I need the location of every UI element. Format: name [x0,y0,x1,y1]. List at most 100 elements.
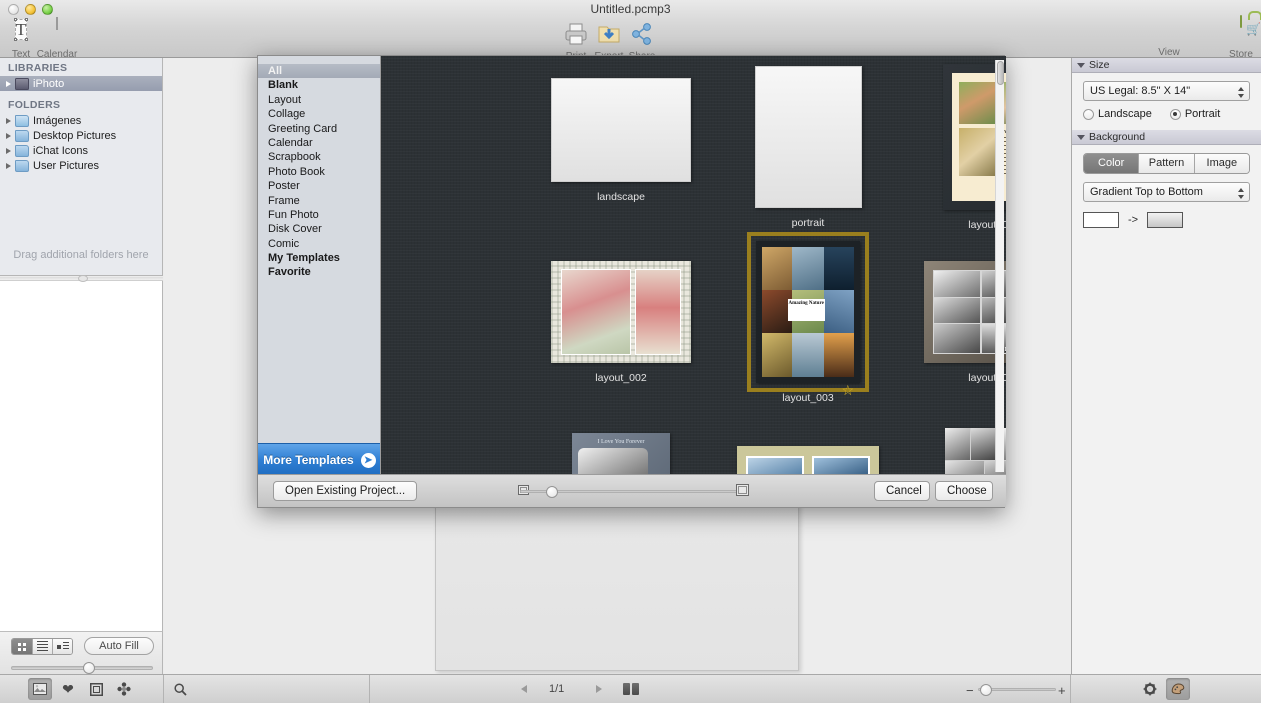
sidebar-item-imagenes[interactable]: Imágenes [0,113,162,128]
gradient-start-swatch[interactable] [1083,212,1119,228]
thumbnail-zoom-slider[interactable] [520,487,742,497]
slider-knob[interactable] [546,486,558,498]
auto-fill-button[interactable]: Auto Fill [84,637,154,655]
orientation-portrait[interactable]: Portrait [1170,108,1220,120]
love-you-forever-caption: I Love You Forever [578,439,664,445]
canvas-zoom-slider[interactable] [978,684,1056,695]
disclosure-triangle-icon[interactable] [1077,135,1085,140]
toolbar-view-control[interactable]: View [1148,18,1190,49]
iphoto-icon [15,78,29,90]
bottom-divider [369,675,370,703]
template-thumbnail[interactable] [551,261,691,363]
tab-image[interactable]: Image [1194,154,1249,173]
category-frame[interactable]: Frame [258,194,380,208]
template-thumbnail[interactable]: Amazing Nature ☆ [756,241,860,383]
orientation-radio-group: Landscape Portrait [1083,108,1250,120]
disclosure-triangle-icon[interactable] [6,163,11,169]
category-comic[interactable]: Comic [258,237,380,251]
category-greeting-card[interactable]: Greeting Card [258,122,380,136]
settings-button[interactable] [1138,678,1162,700]
disclosure-triangle-icon[interactable] [6,133,11,139]
template-layout-003[interactable]: Amazing Nature ☆ layout_003 [713,241,903,404]
category-blank[interactable]: Blank [258,78,380,92]
template-category-list[interactable]: All Blank Layout Collage Greeting Card C… [258,56,381,476]
bottom-shapes-button[interactable] [112,678,136,700]
disclosure-triangle-icon[interactable] [1077,63,1085,68]
radio-icon[interactable] [1083,109,1094,120]
sidebar-item-desktop-pictures[interactable]: Desktop Pictures [0,128,162,143]
category-collage[interactable]: Collage [258,107,380,121]
slider-knob[interactable] [83,662,95,674]
zoom-out-button[interactable]: − [966,683,974,698]
more-templates-button[interactable]: More Templates ➤ [258,443,381,476]
bottom-frames-button[interactable] [84,678,108,700]
disclosure-triangle-icon[interactable] [6,81,11,87]
paper-size-popup[interactable]: US Legal: 8.5" X 14" [1083,81,1250,101]
template-portrait[interactable]: portrait [713,66,903,229]
thumbnail-size-slider[interactable] [11,662,153,674]
template-thumbnail[interactable]: I Love You Forever [572,433,670,476]
toolbar-store-button[interactable]: 🛒 Store [1220,16,1261,60]
category-disk-cover[interactable]: Disk Cover [258,222,380,236]
template-love-you-forever[interactable]: I Love You Forever [526,433,716,476]
choose-button[interactable]: Choose [935,481,993,501]
category-all[interactable]: All [258,64,380,78]
stepper-icon[interactable] [1235,186,1246,200]
orientation-landscape[interactable]: Landscape [1083,108,1152,120]
disclosure-triangle-icon[interactable] [6,148,11,154]
template-thumbnail[interactable]: Love Story [924,261,1006,363]
page-next-button[interactable] [596,685,602,693]
page-prev-button[interactable] [521,685,527,693]
inspector-section-background-header[interactable]: Background [1072,130,1261,145]
favorite-star-icon[interactable]: ☆ [841,382,854,399]
template-grid[interactable]: landscape portrait We Are Family! [381,56,1006,476]
category-favorite[interactable]: Favorite [258,265,380,279]
sidebar-item-ichat-icons[interactable]: iChat Icons [0,143,162,158]
category-poster[interactable]: Poster [258,179,380,193]
sidebar-item-iphoto[interactable]: iPhoto [0,76,162,91]
tab-color[interactable]: Color [1084,154,1138,173]
book-spread-button[interactable] [623,683,639,695]
toolbar-calendar-button[interactable]: Calendar [36,18,78,60]
inspector-section-size-header[interactable]: Size [1072,58,1261,73]
gradient-end-swatch[interactable] [1147,212,1183,228]
disclosure-triangle-icon[interactable] [6,118,11,124]
stepper-icon[interactable] [1235,85,1246,99]
template-layout-002[interactable]: layout_002 [526,261,716,384]
category-my-templates[interactable]: My Templates [258,251,380,265]
template-thumbnail[interactable] [551,78,691,182]
sidebar-item-user-pictures[interactable]: User Pictures [0,158,162,173]
bottom-favorites-button[interactable]: ❤ [56,678,80,700]
category-photo-book[interactable]: Photo Book [258,165,380,179]
category-layout[interactable]: Layout [258,93,380,107]
search-button[interactable] [168,678,192,700]
template-bw-people-grid[interactable] [899,428,1006,476]
cancel-button[interactable]: Cancel [874,481,930,501]
bottom-photos-button[interactable] [28,678,52,700]
template-thumbnail[interactable] [755,66,862,208]
large-thumbnail-icon[interactable] [736,484,749,496]
zoom-in-button[interactable]: + [1058,683,1066,698]
view-mode-grid[interactable] [12,639,32,654]
fill-type-popup[interactable]: Gradient Top to Bottom [1083,182,1250,202]
scrollbar-thumb[interactable] [997,61,1004,85]
browser-view-mode-segmented[interactable] [11,638,73,655]
template-grid-scrollbar[interactable] [995,60,1004,472]
category-calendar[interactable]: Calendar [258,136,380,150]
open-existing-project-button[interactable]: Open Existing Project... [273,481,417,501]
template-olive-two-photo[interactable] [713,446,903,476]
slider-knob[interactable] [980,684,992,696]
photo-browser-pane[interactable] [0,277,163,632]
template-landscape[interactable]: landscape [526,78,716,203]
inspector-toggle-button[interactable] [1166,678,1190,700]
pane-resize-handle[interactable] [0,277,163,281]
tab-pattern[interactable]: Pattern [1138,154,1193,173]
category-scrapbook[interactable]: Scrapbook [258,150,380,164]
category-fun-photo[interactable]: Fun Photo [258,208,380,222]
view-mode-detail[interactable] [52,639,72,654]
template-thumbnail[interactable] [737,446,879,476]
template-layout-004[interactable]: Love Story layout_004 [899,261,1006,384]
template-layout-001[interactable]: We Are Family! layout_001 [899,64,1006,231]
view-mode-list[interactable] [32,639,52,654]
radio-icon[interactable] [1170,109,1181,120]
